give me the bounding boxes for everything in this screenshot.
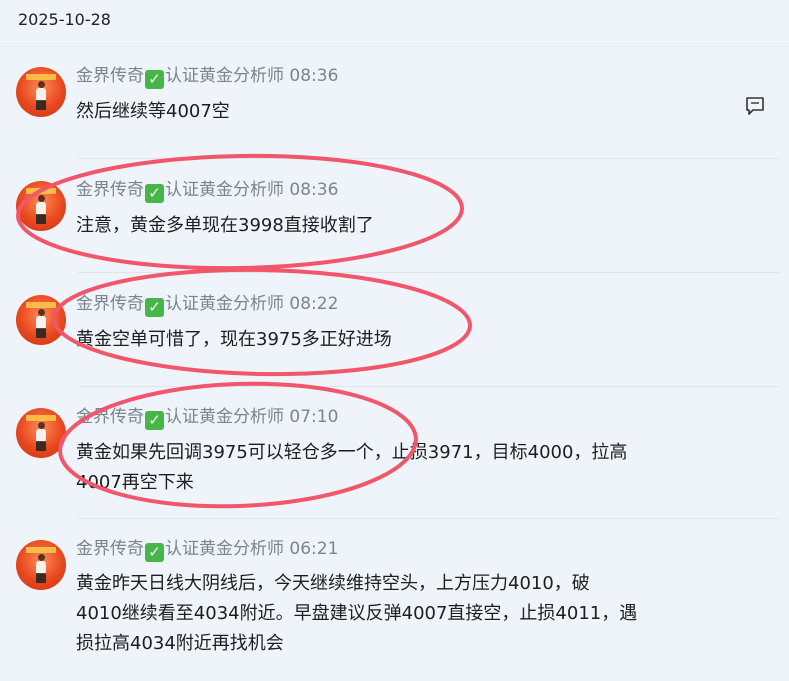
verified-check-icon: ✓ [145, 298, 164, 317]
date-header: 2025-10-28 [18, 10, 111, 29]
verified-check-icon: ✓ [145, 543, 164, 562]
message-text: 黄金空单可惜了，现在3975多正好进场 [76, 325, 716, 355]
author-name[interactable]: 金界传奇 [76, 180, 144, 200]
message-text: 黄金如果先回调3975可以轻仓多一个，止损3971，目标4000，拉高 4007… [76, 438, 716, 498]
comment-icon [746, 97, 764, 115]
author-name[interactable]: 金界传奇 [76, 294, 144, 314]
message-line: 黄金昨天日线大阴线后，今天继续维持空头，上方压力4010，破 [76, 573, 590, 594]
message-text: 注意，黄金多单现在3998直接收割了 [76, 211, 716, 241]
message-text: 黄金昨天日线大阴线后，今天继续维持空头，上方压力4010，破 4010继续看至4… [76, 569, 716, 659]
message-line: 黄金空单可惜了，现在3975多正好进场 [76, 329, 392, 350]
author-name[interactable]: 金界传奇 [76, 407, 144, 427]
verified-check-icon: ✓ [145, 411, 164, 430]
verified-check-icon: ✓ [145, 70, 164, 89]
message-line: 4007再空下来 [76, 472, 194, 493]
message-time: 08:36 [289, 66, 339, 86]
avatar[interactable] [16, 295, 66, 345]
message-line: 注意，黄金多单现在3998直接收割了 [76, 215, 374, 236]
avatar[interactable] [16, 181, 66, 231]
divider [78, 386, 779, 387]
message-time: 08:22 [289, 294, 339, 314]
author-title: 认证黄金分析师 [165, 180, 284, 200]
message-meta: 金界传奇 ✓ 认证黄金分析师 07:10 [76, 406, 338, 430]
author-title: 认证黄金分析师 [165, 539, 284, 559]
author-name[interactable]: 金界传奇 [76, 539, 144, 559]
avatar[interactable] [16, 67, 66, 117]
annotation-ellipse [52, 267, 472, 377]
message-meta: 金界传奇 ✓ 认证黄金分析师 08:36 [76, 65, 338, 89]
message-time: 07:10 [289, 407, 339, 427]
message-meta: 金界传奇 ✓ 认证黄金分析师 08:36 [76, 179, 338, 203]
divider [0, 46, 789, 47]
message-meta: 金界传奇 ✓ 认证黄金分析师 06:21 [76, 538, 338, 562]
message-line: 黄金如果先回调3975可以轻仓多一个，止损3971，目标4000，拉高 [76, 442, 628, 463]
author-title: 认证黄金分析师 [165, 66, 284, 86]
message-line: 4010继续看至4034附近。早盘建议反弹4007直接空，止损4011，遇 [76, 603, 638, 624]
comment-button[interactable] [744, 95, 766, 117]
message-time: 06:21 [289, 539, 339, 559]
author-name[interactable]: 金界传奇 [76, 66, 144, 86]
author-title: 认证黄金分析师 [165, 407, 284, 427]
avatar[interactable] [16, 408, 66, 458]
message-line: 损拉高4034附近再找机会 [76, 633, 284, 654]
author-title: 认证黄金分析师 [165, 294, 284, 314]
message-text: 然后继续等4007空 [76, 97, 716, 127]
avatar[interactable] [16, 540, 66, 590]
message-line: 然后继续等4007空 [76, 101, 230, 122]
divider [78, 272, 779, 273]
divider [78, 158, 779, 159]
divider [78, 518, 779, 519]
message-time: 08:36 [289, 180, 339, 200]
message-meta: 金界传奇 ✓ 认证黄金分析师 08:22 [76, 293, 338, 317]
verified-check-icon: ✓ [145, 184, 164, 203]
